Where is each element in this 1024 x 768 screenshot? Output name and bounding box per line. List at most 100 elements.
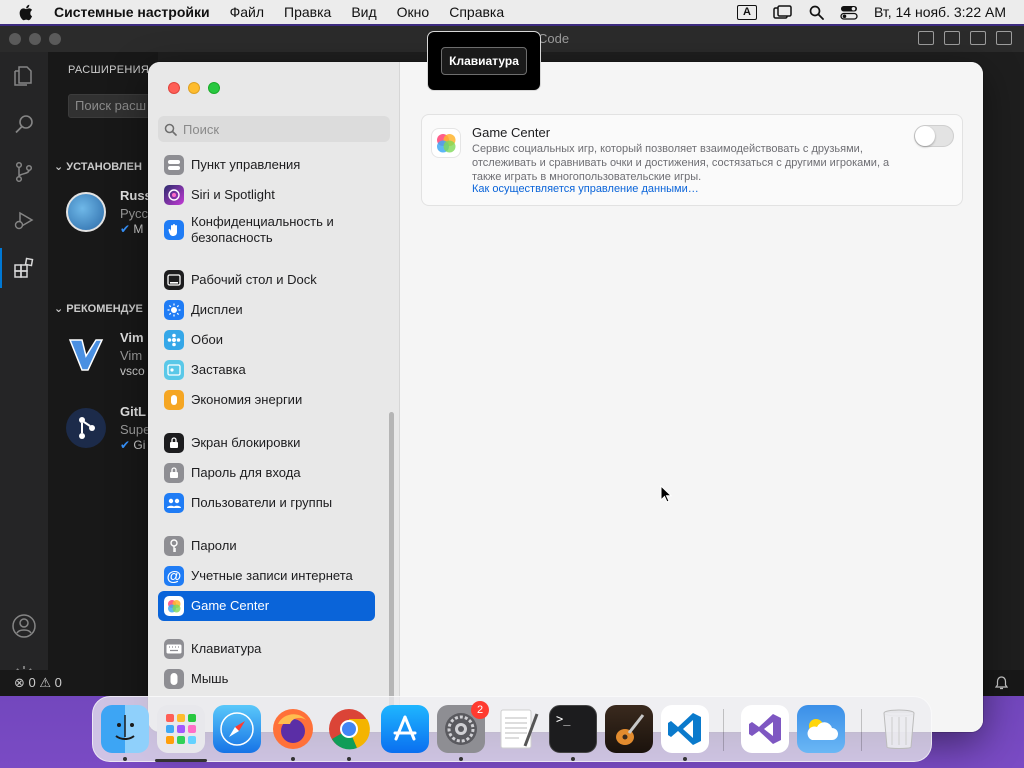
recommended-section-header[interactable]: ⌄ РЕКОМЕНДУЕ	[54, 302, 143, 315]
dock-trash-icon[interactable]	[875, 705, 923, 753]
extensions-search-input[interactable]: Поиск расш	[68, 94, 158, 118]
nav-label: Пользователи и группы	[191, 495, 333, 510]
nav-item-displays[interactable]: Дисплеи	[158, 295, 375, 325]
menu-window[interactable]: Окно	[397, 4, 430, 20]
settings-search-input[interactable]	[183, 121, 373, 137]
nav-item-lock-screen[interactable]: Экран блокировки	[158, 428, 375, 458]
nav-label: Конфиденциальность и безопасность	[191, 214, 334, 245]
toggle-panel-icon[interactable]	[944, 31, 960, 45]
dock-app-store-icon[interactable]	[381, 705, 429, 753]
extension-name: Vim	[120, 330, 144, 345]
at-icon: @	[164, 566, 184, 586]
vscode-close-button[interactable]	[9, 33, 21, 45]
spotlight-search-icon[interactable]	[809, 5, 824, 20]
mouse-icon	[164, 669, 184, 689]
nav-item-login-password[interactable]: Пароль для входа	[158, 458, 375, 488]
dock-firefox-icon[interactable]	[269, 705, 317, 753]
game-center-toggle[interactable]	[914, 125, 954, 147]
input-source-icon[interactable]: A	[736, 4, 757, 20]
dock-weather-icon[interactable]	[797, 705, 845, 753]
run-debug-icon[interactable]	[10, 206, 38, 234]
accounts-icon[interactable]	[10, 612, 38, 640]
dock-finder-icon[interactable]	[101, 705, 149, 753]
nav-item-privacy-security[interactable]: Конфиденциальность и безопасность	[158, 210, 375, 250]
menu-help[interactable]: Справка	[449, 4, 504, 20]
dock: 2 >_	[92, 696, 932, 762]
settings-search[interactable]	[158, 116, 390, 142]
nav-label: Обои	[191, 332, 224, 347]
extension-item-russian[interactable]: Russ Русс ✔ M	[62, 188, 158, 240]
publisher-name: Gi	[133, 438, 146, 452]
extension-item-vim[interactable]: Vim Vim vsco	[62, 330, 158, 382]
screen-mirroring-icon[interactable]	[773, 4, 793, 20]
dock-terminal-icon[interactable]: >_	[549, 705, 597, 753]
nav-item-game-center[interactable]: Game Center	[158, 591, 375, 621]
system-settings-badge: 2	[471, 701, 489, 719]
wallpaper-icon	[164, 330, 184, 350]
extension-publisher: vsco	[120, 364, 145, 378]
nav-label: Рабочий стол и Dock	[191, 272, 317, 287]
search-icon[interactable]	[10, 110, 38, 138]
extension-item-gitlens[interactable]: GitL Supe ✔ Gi	[62, 404, 158, 456]
dock-launchpad-indicator	[155, 759, 207, 762]
nav-label: Пароли	[191, 538, 237, 553]
lock-screen-icon	[164, 433, 184, 453]
game-center-name: Game Center	[472, 125, 551, 140]
nav-item-wallpaper[interactable]: Обои	[158, 325, 375, 355]
toggle-sidebar-icon[interactable]	[918, 31, 934, 45]
installed-section-header[interactable]: ⌄ УСТАНОВЛЕН	[54, 160, 142, 173]
nav-item-internet-accounts[interactable]: @ Учетные записи интернета	[158, 561, 375, 591]
dock-separator	[861, 709, 862, 751]
extensions-icon[interactable]	[0, 248, 38, 288]
search-icon	[164, 123, 177, 136]
nav-item-energy-saver[interactable]: Экономия энергии	[158, 385, 375, 415]
menu-file[interactable]: Файл	[230, 4, 264, 20]
menu-edit[interactable]: Правка	[284, 4, 331, 20]
vscode-zoom-button[interactable]	[49, 33, 61, 45]
apple-menu-icon[interactable]	[18, 4, 40, 21]
lock-icon	[164, 463, 184, 483]
notifications-bell-icon[interactable]	[994, 676, 1009, 693]
menu-view[interactable]: Вид	[351, 4, 376, 20]
dock-garageband-icon[interactable]	[605, 705, 653, 753]
close-button[interactable]	[168, 82, 180, 94]
control-center-icon[interactable]	[840, 5, 858, 20]
error-count: 0	[28, 675, 36, 690]
nav-item-desktop-dock[interactable]: Рабочий стол и Dock	[158, 265, 375, 295]
game-center-icon	[164, 596, 184, 616]
nav-item-keyboard[interactable]: Клавиатура	[158, 634, 375, 664]
dock-textedit-icon[interactable]	[493, 705, 541, 753]
nav-item-control-center[interactable]: Пункт управления	[158, 152, 375, 180]
nav-label: Экономия энергии	[191, 392, 303, 407]
input-source-label: A	[736, 4, 757, 20]
toggle-secondary-sidebar-icon[interactable]	[970, 31, 986, 45]
sidebar-scrollbar[interactable]	[389, 412, 394, 732]
minimize-button[interactable]	[188, 82, 200, 94]
vscode-minimize-button[interactable]	[29, 33, 41, 45]
explorer-icon[interactable]	[10, 62, 38, 90]
nav-item-screensaver[interactable]: Заставка	[158, 355, 375, 385]
nav-item-siri-spotlight[interactable]: Siri и Spotlight	[158, 180, 375, 210]
dock-vscode-icon[interactable]	[661, 705, 709, 753]
menu-clock[interactable]: Вт, 14 нояб. 3:22 AM	[874, 4, 1006, 20]
dock-launchpad-icon[interactable]	[157, 705, 205, 753]
data-management-link[interactable]: Как осуществляется управление данными…	[472, 183, 699, 195]
problems-status[interactable]: ⊗ 0 ⚠ 0	[14, 675, 62, 691]
extension-description: Supe	[120, 422, 151, 437]
source-control-icon[interactable]	[10, 158, 38, 186]
customize-layout-icon[interactable]	[996, 31, 1012, 45]
dock-visual-studio-icon[interactable]	[741, 705, 789, 753]
dock-chrome-icon[interactable]	[325, 705, 373, 753]
dock-running-indicator	[459, 757, 463, 761]
menu-app-name[interactable]: Системные настройки	[54, 4, 210, 20]
nav-item-passwords[interactable]: Пароли	[158, 531, 375, 561]
dock-system-settings-icon[interactable]: 2	[437, 701, 489, 753]
dock-safari-icon[interactable]	[213, 705, 261, 753]
nav-item-users-groups[interactable]: Пользователи и группы	[158, 488, 375, 518]
nav-label: Клавиатура	[191, 641, 262, 656]
zoom-button[interactable]	[208, 82, 220, 94]
vscode-title: Code	[538, 31, 570, 46]
terminal-prompt-icon: >_	[556, 712, 571, 726]
extension-publisher: ✔ Gi	[120, 438, 145, 452]
nav-item-mouse[interactable]: Мышь	[158, 664, 375, 694]
